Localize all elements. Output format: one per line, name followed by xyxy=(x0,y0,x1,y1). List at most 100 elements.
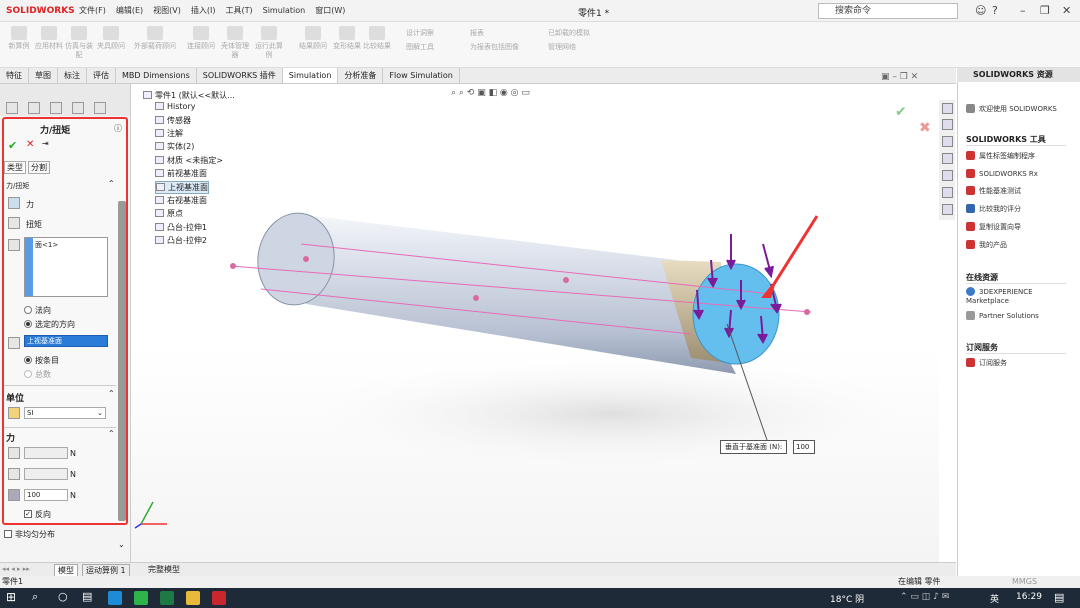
chevron-down-icon[interactable]: ⌄ xyxy=(118,540,125,549)
plane-handle[interactable] xyxy=(804,309,810,315)
link-subscription[interactable]: 订阅服务 xyxy=(966,358,1007,368)
radio-normal[interactable] xyxy=(24,306,32,314)
link-partner-solutions[interactable]: Partner Solutions xyxy=(966,311,1039,321)
tool-my-products[interactable]: 我的产品 xyxy=(966,240,1007,250)
tab-analysis-prep[interactable]: 分析准备 xyxy=(338,68,384,83)
external-loads-button[interactable]: 外部载荷顾问 xyxy=(132,26,178,51)
tree-item-extrude1[interactable]: 凸台-拉伸1 xyxy=(155,222,207,233)
manage-network-button[interactable]: 管理网络 xyxy=(548,42,576,52)
report-button[interactable]: 报表 xyxy=(470,28,484,38)
excel-icon[interactable] xyxy=(160,591,174,605)
task-view-icon[interactable]: ▤ xyxy=(82,590,92,603)
config-manager-icon[interactable] xyxy=(50,102,62,114)
search-input[interactable]: 搜索命令 xyxy=(818,3,958,19)
results-advisor-button[interactable]: 结果顾问 xyxy=(296,26,330,51)
selection-list[interactable]: 面<1> xyxy=(24,237,108,297)
nonuniform-checkbox[interactable] xyxy=(4,530,12,538)
appearances-icon[interactable] xyxy=(942,170,953,181)
menu-file[interactable]: 文件(F) xyxy=(74,5,111,16)
viewport-window-controls[interactable]: ▣ – ❐ ✕ xyxy=(881,72,918,82)
collapse-units-icon[interactable]: ⌃ xyxy=(108,389,115,398)
compare-results-button[interactable]: 比较结果 xyxy=(360,26,394,51)
radio-selected-direction[interactable] xyxy=(24,320,32,328)
tab-mbd[interactable]: MBD Dimensions xyxy=(116,68,197,83)
help-icon[interactable]: ? xyxy=(992,4,998,17)
link-3dexperience[interactable]: 3DEXPERIENCE Marketplace xyxy=(966,287,1044,306)
tool-benchmark[interactable]: 性能基准测试 xyxy=(966,186,1021,196)
scrollbar[interactable] xyxy=(118,201,126,521)
menu-edit[interactable]: 编辑(E) xyxy=(111,5,148,16)
run-study-button[interactable]: 运行此算例 xyxy=(252,26,286,60)
unit-select[interactable]: SI ⌄ xyxy=(24,407,106,419)
display-manager-icon[interactable] xyxy=(94,102,106,114)
menu-insert[interactable]: 插入(I) xyxy=(186,5,221,16)
tool-compare-score[interactable]: 比较我的评分 xyxy=(966,204,1021,214)
feature-manager-icon[interactable] xyxy=(6,102,18,114)
tool-property-tab-builder[interactable]: 属性标签编制程序 xyxy=(966,151,1035,161)
menu-tools[interactable]: 工具(T) xyxy=(220,5,257,16)
file-explorer-icon[interactable] xyxy=(942,136,953,147)
welcome-link[interactable]: 欢迎使用 SOLIDWORKS xyxy=(966,104,1057,114)
cancel-icon[interactable]: ✕ xyxy=(26,139,34,150)
tree-item-material[interactable]: 材质 <未指定> xyxy=(155,155,223,166)
view-palette-icon[interactable] xyxy=(942,153,953,164)
user-icon[interactable]: ☺ xyxy=(975,4,986,17)
plane-handle[interactable] xyxy=(230,263,236,269)
ime-indicator[interactable]: 英 xyxy=(990,592,999,605)
wechat-icon[interactable] xyxy=(134,591,148,605)
design-library-icon[interactable] xyxy=(942,119,953,130)
sim-assembly-button[interactable]: 仿真与装配 xyxy=(62,26,96,60)
deformed-result-button[interactable]: 变形结果 xyxy=(330,26,364,51)
force-z-icon[interactable] xyxy=(8,489,20,501)
direction-reference-field[interactable]: 上视基准面 xyxy=(24,335,108,347)
tree-item-top-plane[interactable]: 上视基准面 xyxy=(155,181,209,194)
tab-sketch[interactable]: 草图 xyxy=(29,68,58,83)
tree-item-annotations[interactable]: 注解 xyxy=(155,128,183,139)
graphics-viewport[interactable]: 零件1 (默认<<默认... History 传感器 注解 实体(2) 材质 <… xyxy=(131,72,939,562)
tool-sw-rx[interactable]: SOLIDWORKS Rx xyxy=(966,169,1038,179)
collapse-force-icon[interactable]: ⌃ xyxy=(108,429,115,438)
tab-nav-arrows[interactable]: ◂◂ ◂ ▸ ▸▸ xyxy=(2,565,30,573)
radio-total[interactable] xyxy=(24,370,32,378)
tree-item-extrude2[interactable]: 凸台-拉伸2 xyxy=(155,235,207,246)
tool-copy-settings[interactable]: 复制设置向导 xyxy=(966,222,1021,232)
restore-icon[interactable]: ❐ xyxy=(1040,4,1050,17)
confirm-corner-cancel-icon[interactable]: ✖ xyxy=(919,120,931,136)
property-manager-icon[interactable] xyxy=(28,102,40,114)
notification-icon[interactable]: ▤ xyxy=(1054,591,1064,604)
force-y-icon[interactable] xyxy=(8,468,20,480)
tab-evaluate[interactable]: 评估 xyxy=(87,68,116,83)
fixtures-advisor-button[interactable]: 夹具顾问 xyxy=(94,26,128,51)
plane-handle[interactable] xyxy=(563,277,569,283)
minimize-icon[interactable]: – xyxy=(1020,4,1026,17)
connections-advisor-button[interactable]: 连接顾问 xyxy=(184,26,218,51)
tray-icons[interactable]: ⌃ ▭ ◫ ♪ ✉ xyxy=(900,592,949,602)
tab-flow-simulation[interactable]: Flow Simulation xyxy=(383,68,460,83)
tree-item-origin[interactable]: 原点 xyxy=(155,208,183,219)
clock[interactable]: 16:29 xyxy=(1016,592,1042,602)
edge-icon[interactable] xyxy=(108,591,122,605)
weather[interactable]: 18°C 阴 xyxy=(830,592,864,605)
new-study-button[interactable]: 新算例 xyxy=(2,26,36,51)
apply-material-button[interactable]: 应用材料 xyxy=(32,26,66,51)
close-icon[interactable]: ✕ xyxy=(1062,4,1071,17)
tree-item-right-plane[interactable]: 右视基准面 xyxy=(155,195,207,206)
reverse-checkbox[interactable]: ✓ xyxy=(24,510,32,518)
sw-forum-icon[interactable] xyxy=(942,204,953,215)
force-icon[interactable] xyxy=(8,197,20,209)
collapse-icon[interactable]: ⌃ xyxy=(108,179,115,188)
plane-handle[interactable] xyxy=(303,256,309,262)
tree-item-history[interactable]: History xyxy=(155,102,195,111)
force-z-field[interactable]: 100 xyxy=(24,489,68,501)
tab-annotation[interactable]: 标注 xyxy=(58,68,87,83)
custom-properties-icon[interactable] xyxy=(942,187,953,198)
home-icon[interactable] xyxy=(942,103,953,114)
menu-view[interactable]: 视图(V) xyxy=(148,5,186,16)
design-insight-button[interactable]: 设计洞察 xyxy=(406,28,434,38)
view-toolbar[interactable]: ⌕ ⌕ ⟲ ▣ ◧ ◉ ◎ ▭ xyxy=(451,88,530,98)
help-icon[interactable]: ⓘ xyxy=(114,123,122,134)
menu-window[interactable]: 窗口(W) xyxy=(310,5,350,16)
offloaded-sim-button[interactable]: 已卸载的模拟 xyxy=(548,28,590,38)
force-x-field[interactable] xyxy=(24,447,68,459)
solidworks-taskbar-icon[interactable] xyxy=(212,591,226,605)
